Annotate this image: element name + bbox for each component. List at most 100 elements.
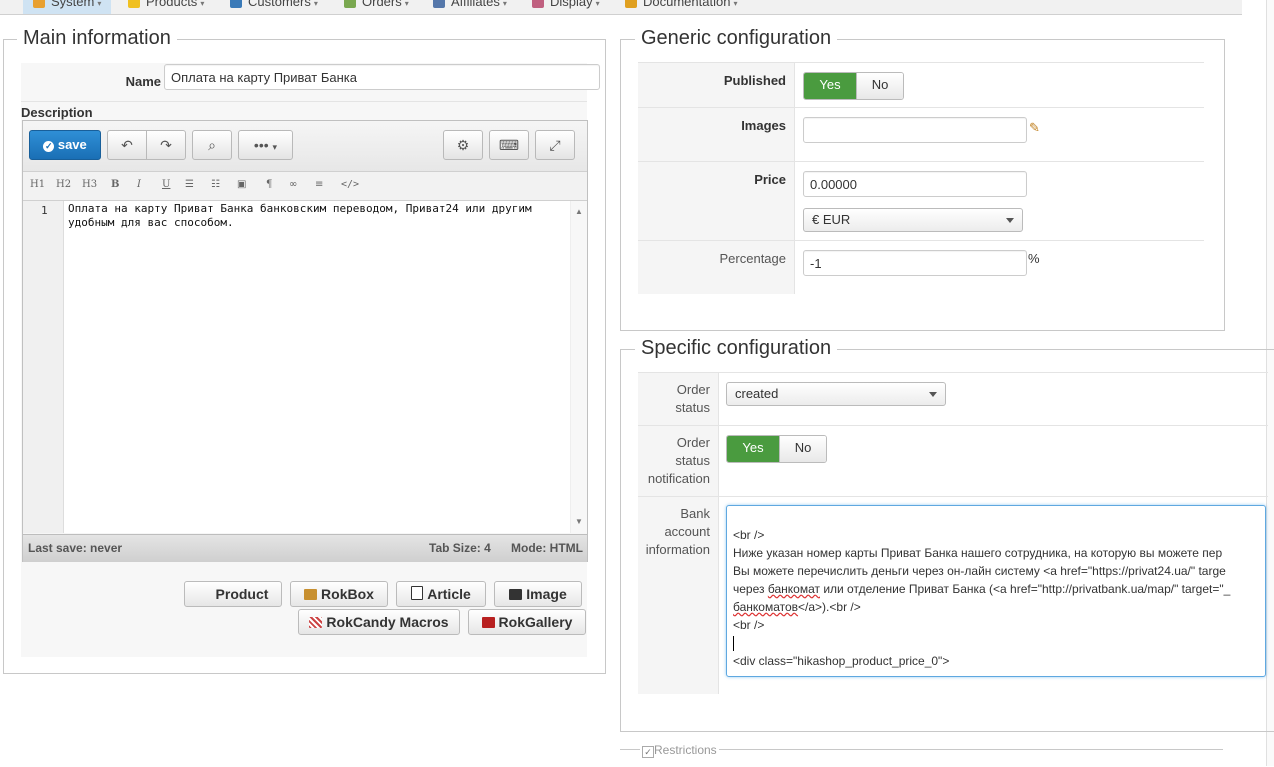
link-icon[interactable]: ∞	[289, 179, 297, 190]
customers-icon	[230, 0, 242, 8]
editor-status-bar: Last save: never Tab Size: 4 Mode: HTML	[23, 534, 587, 562]
code-content[interactable]: Оплата на карту Приват Банка банковским …	[68, 202, 558, 230]
save-button[interactable]: ✓ save	[29, 130, 101, 160]
caret-down-icon: ▾	[404, 0, 409, 8]
published-yes[interactable]: Yes	[804, 73, 856, 99]
specific-configuration-legend: Specific configuration	[635, 337, 838, 360]
code-button[interactable]: </>	[341, 179, 359, 190]
fullscreen-button[interactable]: ⤢	[535, 130, 575, 160]
caret-down-icon: ▾	[595, 0, 600, 8]
tab-size-status: Tab Size: 4	[429, 541, 491, 555]
last-save-status: Last save: never	[28, 541, 123, 555]
scroll-down-icon[interactable]: ▼	[575, 517, 583, 526]
divider	[638, 107, 1204, 108]
generic-configuration-legend: Generic configuration	[635, 27, 838, 50]
menu-orders[interactable]: Orders ▾	[344, 0, 409, 14]
rokbox-button[interactable]: RokBox	[290, 581, 388, 607]
percentage-label: Percentage	[719, 251, 787, 266]
scroll-up-icon[interactable]: ▲	[575, 207, 583, 216]
h1-button[interactable]: H1	[30, 179, 45, 190]
price-label: Price	[754, 172, 786, 187]
code-area[interactable]: 1 Оплата на карту Приват Банка банковски…	[23, 201, 587, 533]
menu-display[interactable]: Display ▾	[532, 0, 600, 14]
format-toolbar: H1 H2 H3 B I U ☰ ☷ ▣ ¶ ∞ ≡ </>	[23, 172, 587, 201]
article-button[interactable]: Article	[396, 581, 486, 607]
order-status-notification-label: Order status notification	[647, 435, 710, 486]
chevron-down-icon	[1006, 218, 1014, 223]
search-icon: ⌕	[208, 137, 216, 153]
notification-no[interactable]: No	[779, 436, 826, 462]
notification-toggle[interactable]: Yes No	[726, 435, 827, 463]
checkbox-icon[interactable]: ✓	[642, 746, 654, 758]
underline-button[interactable]: U	[162, 179, 170, 190]
caret-down-icon: ▾	[502, 0, 507, 8]
divider	[638, 240, 1204, 241]
name-label: Name	[125, 74, 161, 89]
paragraph-button[interactable]: ¶	[266, 179, 272, 190]
bank-account-information-textarea[interactable]: <br /> Ниже указан номер карты Приват Ба…	[726, 505, 1266, 677]
check-circle-icon: ✓	[43, 141, 55, 152]
documentation-icon	[625, 0, 637, 8]
caret-down-icon: ▾	[97, 0, 102, 8]
search-button[interactable]: ⌕	[192, 130, 232, 160]
divider	[21, 101, 587, 102]
text-cursor	[733, 636, 734, 652]
image-button[interactable]: Image	[494, 581, 582, 607]
divider	[638, 62, 1204, 63]
undo-button[interactable]: ↶	[107, 130, 147, 160]
menu-customers[interactable]: Customers ▾	[230, 0, 318, 14]
rokgallery-button[interactable]: RokGallery	[468, 609, 586, 635]
more-button[interactable]: ••• ▾	[238, 130, 293, 160]
editor-scrollbar[interactable]: ▲ ▼	[570, 201, 587, 533]
h3-button[interactable]: H3	[82, 179, 97, 190]
code-editor: ✓ save ↶ ↷ ⌕ ••• ▾ ⚙ ⌨ ⤢ H1 H2 H3 B I U …	[22, 120, 588, 562]
order-status-select[interactable]: created	[726, 382, 946, 406]
redo-button[interactable]: ↷	[146, 130, 186, 160]
settings-button[interactable]: ⚙	[443, 130, 483, 160]
bold-button[interactable]: B	[111, 179, 119, 190]
currency-select[interactable]: € EUR	[803, 208, 1023, 232]
mode-status: Mode: HTML	[511, 541, 583, 555]
menu-products[interactable]: Products ▾	[128, 0, 204, 14]
menu-affiliates[interactable]: Affiliates ▾	[433, 0, 507, 14]
expand-icon: ⤢	[549, 137, 561, 153]
published-no[interactable]: No	[856, 73, 903, 99]
images-input[interactable]	[803, 117, 1027, 143]
price-input[interactable]: 0.00000	[803, 171, 1027, 197]
edit-pencil-icon[interactable]: ✎	[1029, 120, 1040, 136]
caret-down-icon: ▾	[200, 0, 205, 8]
bank-account-information-label: Bank account information	[645, 506, 710, 557]
name-input[interactable]: Оплата на карту Приват Банка	[164, 64, 600, 90]
restrictions-legend[interactable]: ✓ Restrictions	[640, 743, 719, 758]
published-label: Published	[723, 73, 786, 88]
italic-button[interactable]: I	[137, 179, 141, 190]
unordered-list-icon[interactable]: ☷	[211, 179, 220, 190]
ordered-list-icon[interactable]: ☰	[185, 179, 194, 190]
rokgallery-icon	[481, 617, 495, 628]
product-button[interactable]: Product	[184, 581, 282, 607]
menu-documentation[interactable]: Documentation ▾	[625, 0, 737, 14]
published-toggle[interactable]: Yes No	[803, 72, 904, 100]
image-icon[interactable]: ▣	[237, 179, 246, 190]
keyboard-button[interactable]: ⌨	[489, 130, 529, 160]
rokcandy-macros-button[interactable]: RokCandy Macros	[298, 609, 460, 635]
caret-down-icon: ▾	[313, 0, 318, 8]
rokbox-icon	[304, 589, 318, 600]
notification-yes[interactable]: Yes	[727, 436, 779, 462]
picture-icon	[509, 589, 523, 600]
products-icon	[128, 0, 140, 8]
h2-button[interactable]: H2	[56, 179, 71, 190]
divider	[638, 496, 1268, 497]
main-information-legend: Main information	[17, 27, 177, 50]
images-label: Images	[741, 118, 786, 133]
line-gutter: 1	[23, 201, 64, 533]
menu-system[interactable]: System ▾	[23, 0, 112, 14]
editor-toolbar: ✓ save ↶ ↷ ⌕ ••• ▾ ⚙ ⌨ ⤢	[23, 121, 587, 172]
divider	[794, 62, 795, 294]
wrench-icon	[33, 0, 45, 8]
horizontal-rule-icon[interactable]: ≡	[315, 179, 323, 190]
top-menu-bar: System ▾ Products ▾ Customers ▾ Orders ▾ Aff…	[0, 0, 1242, 15]
caret-down-icon: ▾	[733, 0, 738, 8]
keyboard-icon: ⌨	[498, 137, 520, 153]
percentage-input[interactable]: -1	[803, 250, 1027, 276]
